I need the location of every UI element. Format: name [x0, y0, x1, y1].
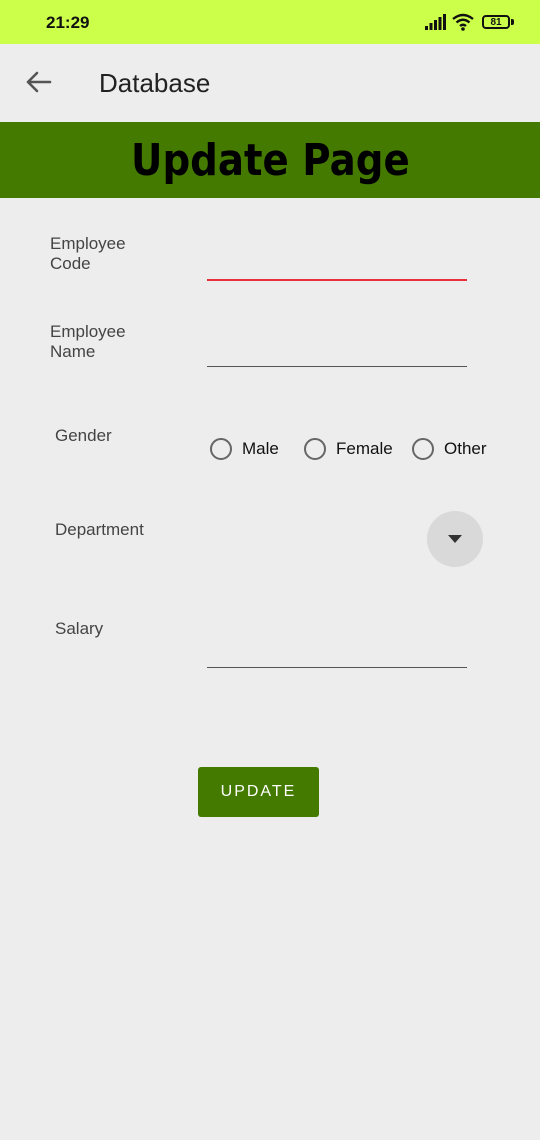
salary-input[interactable] — [207, 667, 467, 668]
radio-circle[interactable] — [412, 438, 434, 460]
page-banner: Update Page — [0, 122, 540, 198]
gender-radio-male[interactable]: Male — [210, 438, 279, 460]
battery-level: 81 — [490, 16, 502, 28]
caret-down-icon — [448, 535, 462, 543]
employee-code-input[interactable] — [207, 279, 467, 281]
status-bar: 21:29 81 — [0, 0, 540, 44]
gender-label: Gender — [55, 426, 112, 445]
battery-icon: 81 — [482, 15, 510, 29]
radio-label-male: Male — [242, 439, 279, 458]
update-button[interactable]: UPDATE — [198, 767, 319, 817]
signal-icon — [425, 14, 446, 30]
employee-code-label: Employee Code — [50, 234, 126, 273]
department-label: Department — [55, 520, 144, 539]
radio-label-female: Female — [336, 439, 393, 458]
department-dropdown[interactable] — [427, 511, 483, 567]
status-time: 21:29 — [46, 13, 90, 32]
gender-radio-other[interactable]: Other — [412, 438, 487, 460]
salary-label: Salary — [55, 619, 104, 638]
banner-title: Update Page — [130, 134, 410, 186]
battery-tip — [511, 19, 514, 25]
app-title: Database — [99, 68, 211, 98]
radio-circle[interactable] — [210, 438, 232, 460]
gender-radio-female[interactable]: Female — [304, 438, 393, 460]
employee-name-label: Employee Name — [50, 322, 126, 361]
employee-name-input[interactable] — [207, 366, 467, 367]
app-bar: Database — [0, 44, 540, 122]
wifi-icon — [452, 13, 474, 31]
radio-circle[interactable] — [304, 438, 326, 460]
arrow-left-icon[interactable] — [24, 70, 52, 94]
radio-label-other: Other — [444, 439, 487, 458]
